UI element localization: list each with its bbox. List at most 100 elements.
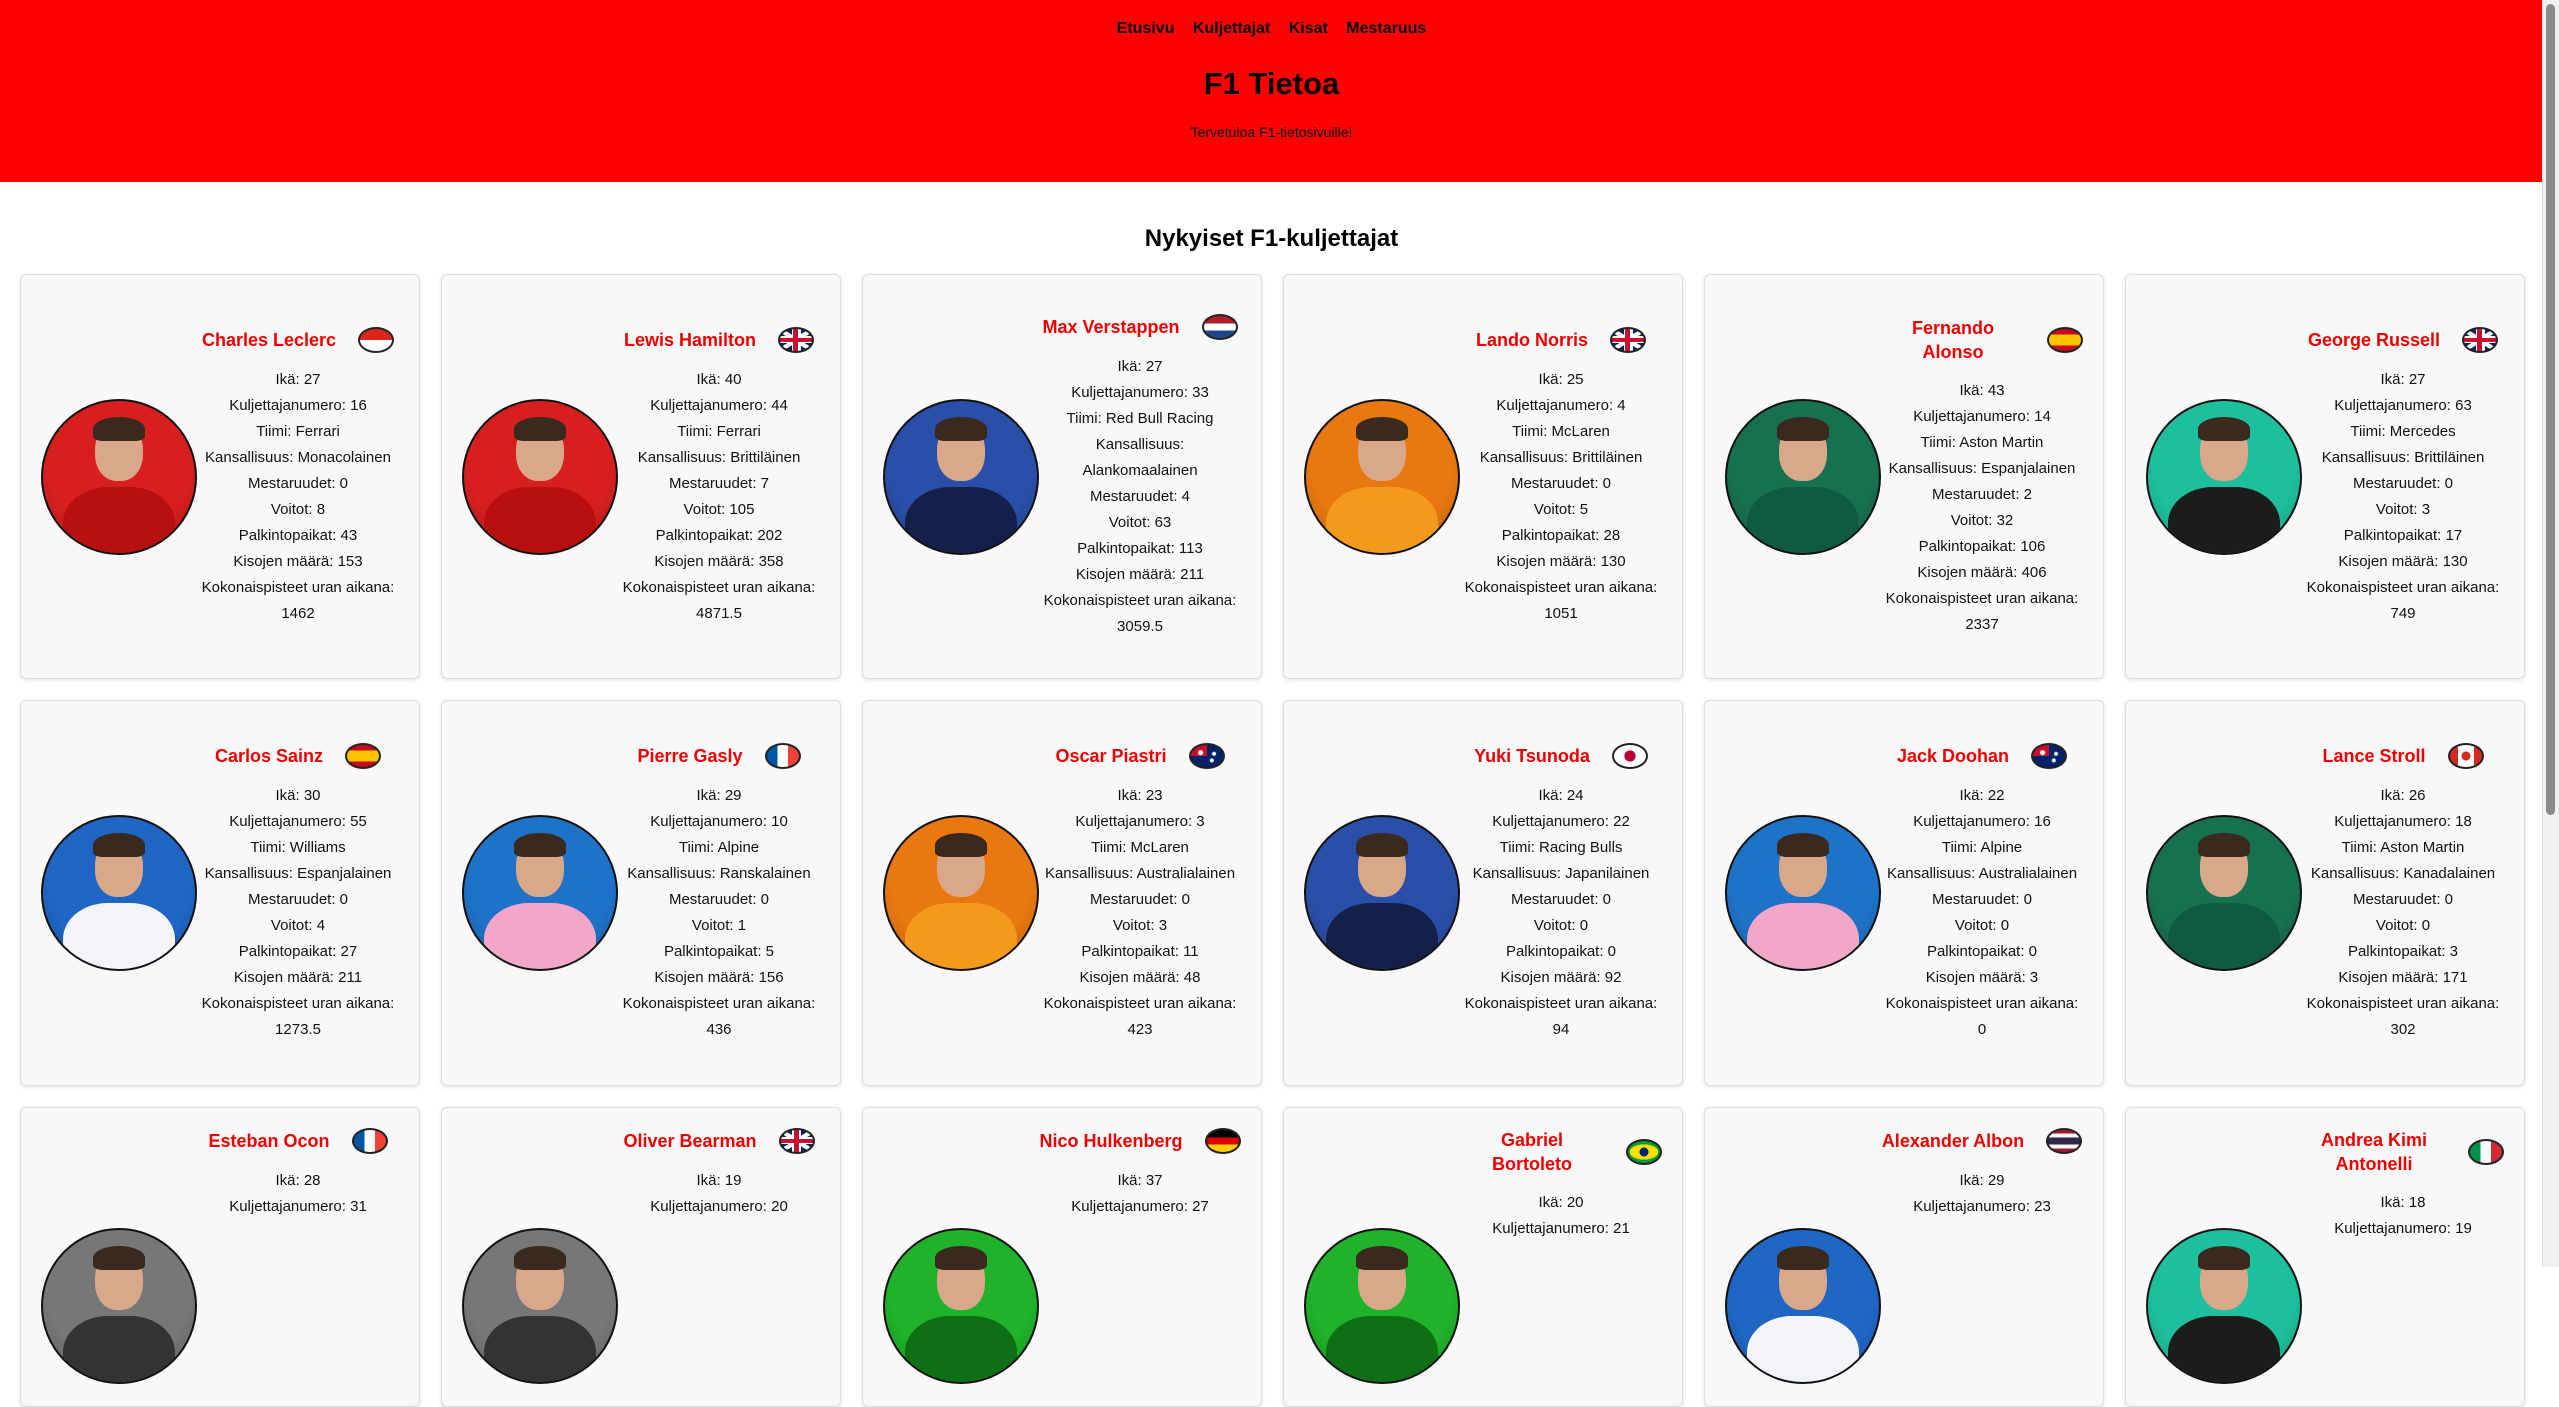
driver-name-line: Fernando Alonso xyxy=(1881,316,2083,364)
driver-stat: Kokonaispisteet uran aikana: 3059.5 xyxy=(1043,591,1237,635)
driver-name: Esteban Ocon xyxy=(208,1131,330,1151)
driver-card-yuki-tsunoda: Yuki Tsunoda Ikä: 24 Kuljettajanumero: 22 T… xyxy=(1283,700,1683,1086)
driver-info: Lando Norris Ikä: 25 Kuljettajanumero: 4 Ti… xyxy=(1460,326,1662,627)
driver-stat: Tiimi: Aston Martin xyxy=(2341,839,2465,856)
driver-stat: Tiimi: Red Bull Racing xyxy=(1066,409,1214,427)
driver-suit xyxy=(63,1316,175,1382)
uk-flag-icon xyxy=(778,1128,815,1154)
spain-flag-icon xyxy=(345,743,382,769)
driver-info: Pierre Gasly Ikä: 29 Kuljettajanumero: 10 T… xyxy=(618,743,820,1043)
driver-stat: Palkintopaikat: 28 xyxy=(1501,526,1621,544)
driver-stat: Palkintopaikat: 106 xyxy=(1918,537,2046,555)
driver-card-lance-stroll: Lance Stroll Ikä: 26 Kuljettajanumero: 18 T… xyxy=(2125,700,2525,1086)
driver-name-line: Jack Doohan xyxy=(1881,743,2083,769)
driver-stat: Kuljettajanumero: 20 xyxy=(650,1198,788,1215)
driver-name-line: Gabriel Bortoleto xyxy=(1460,1128,1662,1176)
driver-stat: Kuljettajanumero: 44 xyxy=(650,396,788,414)
driver-info: Gabriel Bortoleto Ikä: 20 Kuljettajanumero… xyxy=(1460,1108,1662,1242)
driver-name-line: Lance Stroll xyxy=(2302,743,2504,769)
driver-stat: Mestaruudet: 0 xyxy=(1510,891,1612,908)
driver-stat: Kuljettajanumero: 14 xyxy=(1913,407,2051,425)
driver-hair xyxy=(514,416,566,441)
driver-suit xyxy=(484,903,596,969)
monaco-flag-icon xyxy=(358,326,395,353)
driver-stat: Palkintopaikat: 0 xyxy=(1926,943,2038,960)
driver-stat: Kisojen määrä: 156 xyxy=(654,969,784,986)
germany-flag-icon xyxy=(1204,1128,1241,1154)
australia-flag-icon xyxy=(1188,743,1225,769)
driver-name: Oliver Bearman xyxy=(623,1131,757,1151)
driver-stat: Mestaruudet: 7 xyxy=(668,474,770,492)
driver-stat: Tiimi: McLaren xyxy=(1512,422,1610,440)
driver-name-line: Lando Norris xyxy=(1460,326,1662,353)
nav-link-kisat[interactable]: Kisat xyxy=(1289,20,1328,37)
driver-name-line: Andrea Kimi Antonelli xyxy=(2302,1128,2504,1176)
driver-stat: Kisojen määrä: 211 xyxy=(1075,565,1205,583)
driver-stat: Kansallisuus: Espanjalainen xyxy=(204,865,392,882)
driver-stat: Palkintopaikat: 202 xyxy=(655,526,783,544)
driver-info: Andrea Kimi Antonelli Ikä: 18 Kuljettajanu… xyxy=(2302,1108,2504,1242)
driver-photo xyxy=(883,1228,1039,1384)
driver-name-line: Carlos Sainz xyxy=(197,743,399,769)
driver-stat: Kisojen määrä: 92 xyxy=(1500,969,1622,986)
netherlands-flag-icon xyxy=(1201,313,1238,340)
canada-flag-icon xyxy=(2447,743,2484,769)
driver-stat: Palkintopaikat: 11 xyxy=(1081,943,1199,960)
driver-stat: Voitot: 32 xyxy=(1950,511,2014,529)
driver-name: Jack Doohan xyxy=(1896,746,2010,766)
italy-flag-icon xyxy=(2468,1139,2504,1165)
driver-stat: Palkintopaikat: 0 xyxy=(1505,943,1617,960)
driver-card-esteban-ocon: Esteban Ocon Ikä: 28 Kuljettajanumero: 31 xyxy=(20,1107,420,1407)
driver-name-line: George Russell xyxy=(2302,326,2504,353)
driver-stat: Kisojen määrä: 130 xyxy=(1496,552,1626,570)
nav-link-etusivu[interactable]: Etusivu xyxy=(1117,20,1175,37)
driver-stat: Ikä: 37 xyxy=(1117,1172,1163,1189)
driver-stat: Kokonaispisteet uran aikana: 4871.5 xyxy=(622,578,816,622)
driver-name: Lewis Hamilton xyxy=(623,329,757,350)
driver-hair xyxy=(93,416,145,441)
driver-photo xyxy=(41,398,197,555)
nav-link-kuljettajat[interactable]: Kuljettajat xyxy=(1193,20,1270,37)
driver-suit xyxy=(1326,486,1438,553)
driver-stat: Tiimi: McLaren xyxy=(1091,839,1189,856)
scrollbar-thumb[interactable] xyxy=(2546,4,2555,815)
driver-stat: Mestaruudet: 2 xyxy=(1931,485,2033,503)
driver-stat: Kokonaispisteet uran aikana: 749 xyxy=(2306,578,2500,622)
driver-name: Fernando Alonso xyxy=(1911,317,1994,362)
driver-card-carlos-sainz: Carlos Sainz Ikä: 30 Kuljettajanumero: 55 T… xyxy=(20,700,420,1086)
driver-stat: Mestaruudet: 0 xyxy=(668,891,770,908)
driver-stat: Kisojen määrä: 171 xyxy=(2338,969,2468,986)
driver-grid: Charles Leclerc Ikä: 27 Kuljettajanumero: … xyxy=(20,274,2525,1407)
driver-stat: Ikä: 24 xyxy=(1538,787,1584,804)
driver-info: Nico Hulkenberg Ikä: 37 Kuljettajanumero: … xyxy=(1039,1108,1241,1220)
driver-name-line: Charles Leclerc xyxy=(197,326,399,353)
driver-stat: Kansallisuus: Espanjalainen xyxy=(1888,459,2076,477)
driver-name: Max Verstappen xyxy=(1042,316,1180,337)
driver-name-line: Max Verstappen xyxy=(1039,313,1241,340)
driver-stat: Ikä: 23 xyxy=(1117,787,1163,804)
driver-photo xyxy=(41,1228,197,1384)
scrollbar[interactable] xyxy=(2542,0,2559,1267)
driver-stat: Kokonaispisteet uran aikana: 302 xyxy=(2306,995,2500,1038)
driver-stat: Kuljettajanumero: 3 xyxy=(1075,813,1205,830)
driver-suit xyxy=(2168,903,2280,969)
driver-info: Lewis Hamilton Ikä: 40 Kuljettajanumero: 4… xyxy=(618,326,820,627)
driver-stat: Ikä: 22 xyxy=(1959,787,2005,804)
driver-name-line: Lewis Hamilton xyxy=(618,326,820,353)
spain-flag-icon xyxy=(2047,326,2083,353)
driver-hair xyxy=(935,416,987,441)
driver-photo xyxy=(883,815,1039,971)
driver-card-charles-leclerc: Charles Leclerc Ikä: 27 Kuljettajanumero: … xyxy=(20,274,420,679)
driver-hair xyxy=(93,1246,145,1270)
driver-stat: Mestaruudet: 0 xyxy=(2352,891,2454,908)
driver-hair xyxy=(2198,1246,2250,1270)
driver-stat: Kisojen määrä: 211 xyxy=(233,969,363,986)
france-flag-icon xyxy=(764,743,801,769)
driver-stat: Ikä: 27 xyxy=(2380,370,2426,388)
driver-stat: Kansallisuus: Ranskalainen xyxy=(627,865,811,882)
driver-stat: Ikä: 26 xyxy=(2380,787,2426,804)
driver-stat: Voitot: 8 xyxy=(270,500,326,518)
nav-link-mestaruus[interactable]: Mestaruus xyxy=(1346,20,1426,37)
driver-card-oscar-piastri: Oscar Piastri Ikä: 23 Kuljettajanumero: 3 T… xyxy=(862,700,1262,1086)
driver-stat: Voitot: 4 xyxy=(270,917,326,934)
